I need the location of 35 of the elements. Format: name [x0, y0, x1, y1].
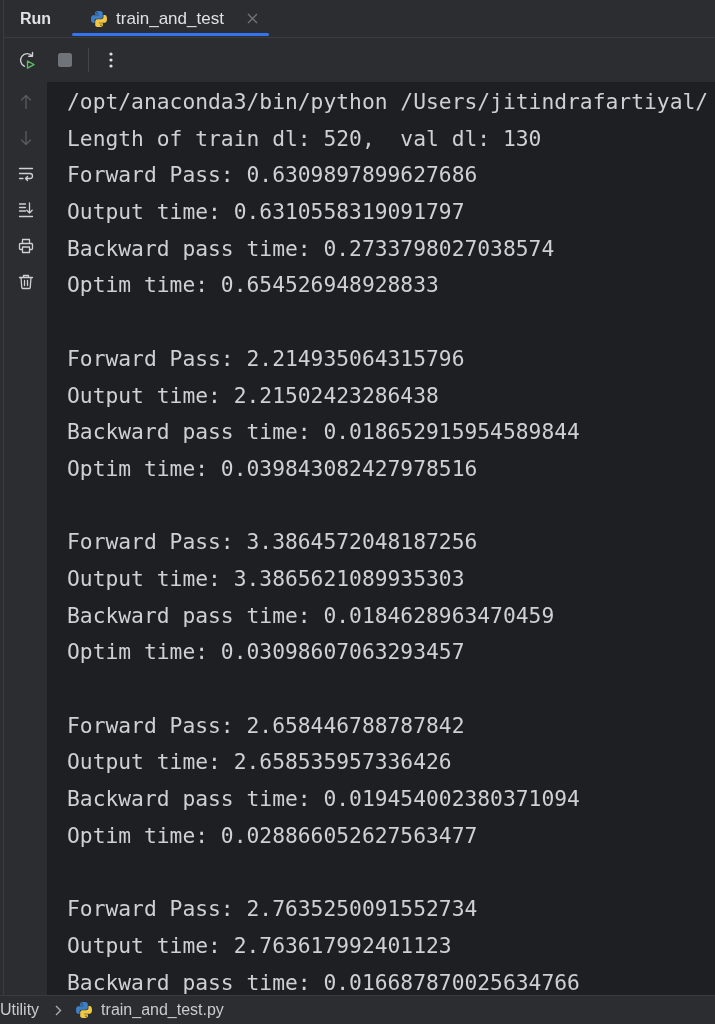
tab[interactable]: train_and_test [72, 0, 270, 37]
more-options-icon[interactable] [109, 52, 113, 68]
breadcrumb[interactable]: Utility [0, 1001, 40, 1019]
tool-window-title: Run [20, 9, 52, 28]
console-output-line: Forward Pass: 2.658446788787842 [67, 713, 465, 738]
console-output-line: Optim time: 0.039843082427978516 [67, 456, 478, 481]
trash-icon[interactable] [17, 274, 34, 290]
soft-wrap-icon[interactable] [17, 166, 34, 182]
chevron-right-icon [55, 1004, 63, 1016]
console-output-line: Optim time: 0.654526948928833 [67, 273, 439, 298]
console-output-line: Output time: 2.658535957336426 [67, 750, 452, 775]
rerun-icon[interactable] [18, 51, 36, 69]
console-output-line: /opt/anaconda3/bin/python /Users/jitindrafartiyal/ [67, 90, 709, 114]
console-output-line: Forward Pass: 0.6309897899627686 [67, 163, 478, 188]
console-output-line: Forward Pass: 2.7635250091552734 [67, 897, 478, 922]
console-output-line: Length of train dl: 520, val dl: 130 [67, 126, 542, 151]
printer-icon[interactable] [17, 238, 34, 254]
console-output-line: Output time: 2.763617992401123 [67, 933, 452, 958]
console-output-line: Backward pass time: 0.019454002380371094 [67, 787, 580, 812]
console-output-line: Backward pass time: 0.018652915954589844 [67, 420, 580, 445]
console-output-line: Forward Pass: 3.3864572048187256 [67, 530, 478, 555]
python-file-icon [76, 1002, 93, 1018]
close-icon[interactable] [246, 13, 258, 24]
console-output-line: Backward pass time: 0.0184628963470459 [67, 603, 555, 628]
python-icon [91, 10, 108, 27]
console-output-line: Optim time: 0.028866052627563477 [67, 823, 478, 848]
console-output-line: Optim time: 0.03098607063293457 [67, 640, 465, 665]
console-output-line: Output time: 2.21502423286438 [67, 383, 439, 408]
scroll-to-end-icon[interactable] [17, 202, 34, 218]
console-output-line: Forward Pass: 2.214935064315796 [67, 346, 465, 371]
breadcrumb[interactable]: train_and_test.py [76, 1001, 224, 1019]
console-output-line: Backward pass time: 0.2733798027038574 [67, 236, 555, 261]
console-output-line: Backward pass time: 0.016687870025634766 [67, 970, 580, 995]
console-output-line: Output time: 0.6310558319091797 [67, 200, 465, 225]
console-output-line: Output time: 3.3865621089935303 [67, 566, 465, 591]
